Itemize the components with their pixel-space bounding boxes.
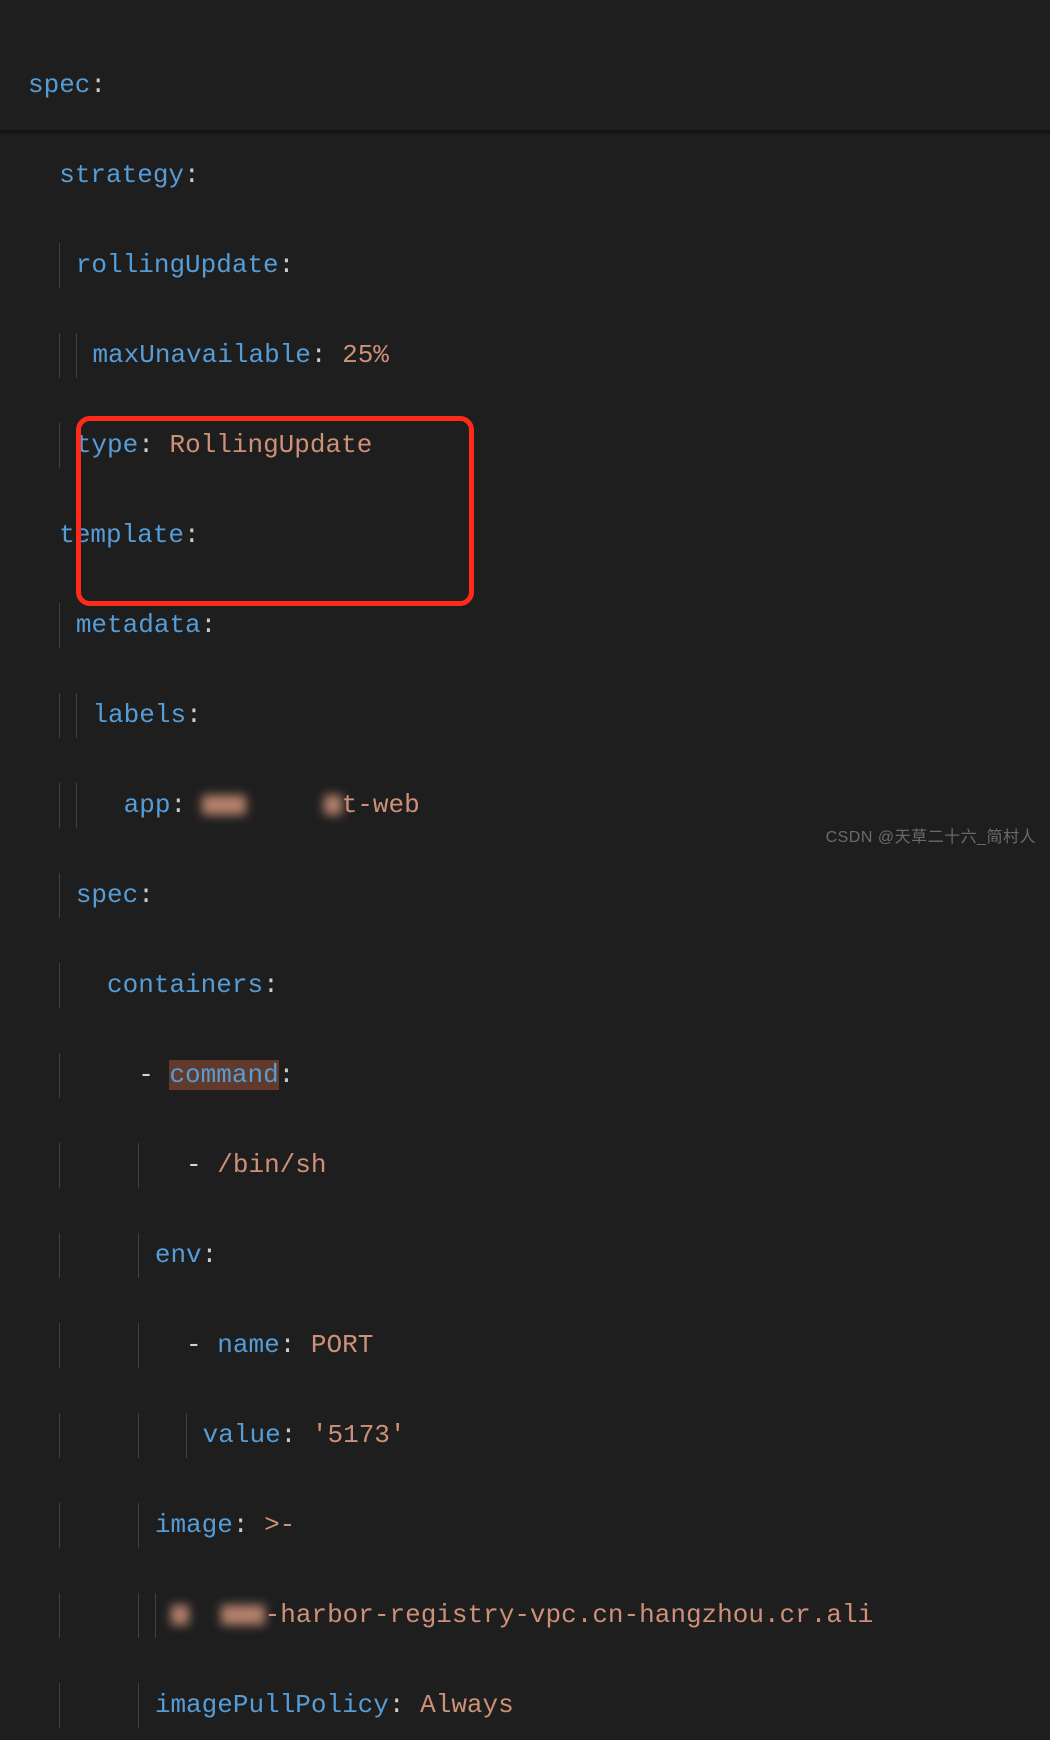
code-line: type: RollingUpdate [28,423,1050,468]
redacted-text [221,1605,265,1625]
code-line: rollingUpdate: [28,243,1050,288]
code-line: - name: PORT [28,1323,1050,1368]
yaml-key: rollingUpdate [76,250,279,280]
yaml-key: image [155,1510,233,1540]
redacted-text [202,795,246,815]
yaml-key: type [76,430,138,460]
yaml-value: Always [420,1690,514,1720]
yaml-value: 25% [342,340,389,370]
code-line: spec: [28,873,1050,918]
yaml-value: PORT [311,1330,373,1360]
yaml-value: t-web [342,790,420,820]
yaml-value: RollingUpdate [169,430,372,460]
code-line: - /bin/sh [28,1143,1050,1188]
code-line: template: [28,513,1050,558]
code-line: containers: [28,963,1050,1008]
code-block: spec: strategy: rollingUpdate: maxUnavai… [0,0,1050,1740]
code-line: imagePullPolicy: Always [28,1683,1050,1728]
redacted-text [324,795,342,815]
yaml-key: metadata [76,610,201,640]
code-line: labels: [28,693,1050,738]
yaml-value: -harbor-registry-vpc.cn-hangzhou.cr.ali [265,1600,874,1630]
yaml-value: >- [264,1510,295,1540]
code-line: - command: [28,1053,1050,1098]
code-line: -harbor-registry-vpc.cn-hangzhou.cr.ali [28,1593,1050,1638]
yaml-key: containers [107,970,263,1000]
yaml-key: imagePullPolicy [155,1690,389,1720]
yaml-value: '5173' [312,1420,406,1450]
yaml-key: command [169,1060,278,1090]
code-line: env: [28,1233,1050,1278]
code-line: spec: [28,63,1050,108]
yaml-key: maxUnavailable [92,340,310,370]
yaml-key: name [217,1330,279,1360]
yaml-key: labels [92,700,186,730]
code-line: metadata: [28,603,1050,648]
yaml-key: template [59,520,184,550]
yaml-key: env [155,1240,202,1270]
redacted-text [171,1605,189,1625]
code-line: maxUnavailable: 25% [28,333,1050,378]
yaml-value: /bin/sh [217,1150,326,1180]
yaml-key: spec [28,70,90,100]
code-line: strategy: [28,153,1050,198]
watermark: CSDN @天草二十六_简村人 [826,815,1036,860]
yaml-key: app [124,790,171,820]
yaml-key: spec [76,880,138,910]
yaml-key: strategy [59,160,184,190]
code-line: value: '5173' [28,1413,1050,1458]
yaml-key: value [203,1420,281,1450]
code-line: image: >- [28,1503,1050,1548]
